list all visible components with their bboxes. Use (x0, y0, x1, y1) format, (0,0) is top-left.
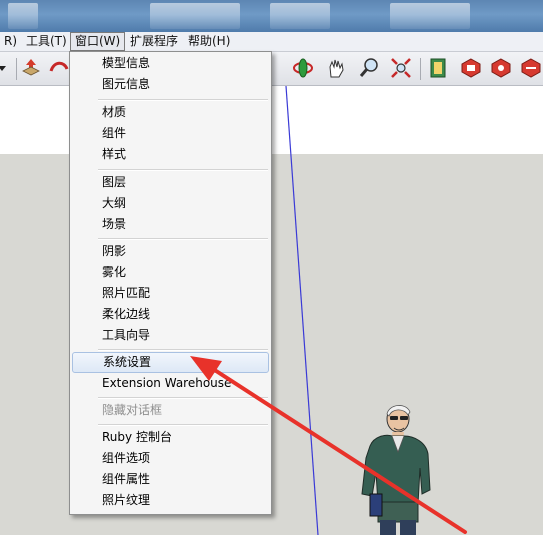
menu-tools[interactable]: 工具(T) (22, 32, 71, 51)
menu-bar: R) 工具(T) 窗口(W) 扩展程序 帮助(H) (0, 32, 543, 52)
person-figure (361, 405, 431, 535)
menu-extensions[interactable]: 扩展程序 (126, 32, 182, 51)
menu-item-preferences[interactable]: 系统设置 (72, 352, 269, 373)
menu-item-component-options[interactable]: 组件选项 (72, 448, 269, 469)
title-bar (0, 0, 543, 32)
menu-item-layers[interactable]: 图层 (72, 172, 269, 193)
menu-item-hide-dialogs: 隐藏对话框 (102, 403, 163, 417)
menu-item-materials[interactable]: 材质 (72, 102, 269, 123)
push-pull-icon[interactable] (20, 57, 42, 79)
menu-item-fog[interactable]: 雾化 (72, 262, 269, 283)
menu-separator (98, 169, 268, 171)
title-bar-glare (390, 3, 470, 29)
menu-item-outliner[interactable]: 大纲 (72, 193, 269, 214)
menu-window[interactable]: 窗口(W) (70, 32, 126, 51)
menu-item-soften-edges[interactable]: 柔化边线 (72, 304, 269, 325)
toolbar-separator (420, 58, 421, 80)
menu-item-scenes[interactable]: 场景 (72, 214, 269, 235)
dropdown-arrow-icon[interactable] (0, 57, 16, 79)
section-plane-icon[interactable] (428, 57, 450, 79)
menu-separator (98, 424, 268, 426)
menu-partial-r[interactable]: R) (0, 32, 21, 51)
menu-item-match-photo[interactable]: 照片匹配 (72, 283, 269, 304)
menu-item-styles[interactable]: 样式 (72, 144, 269, 165)
model-share-icon[interactable] (520, 57, 542, 79)
orbit-icon[interactable] (292, 57, 314, 79)
pan-icon[interactable] (325, 57, 347, 79)
follow-me-icon[interactable] (48, 57, 70, 79)
menu-item-model-info[interactable]: 模型信息 (72, 53, 269, 74)
title-bar-glare (150, 3, 240, 29)
extension-icon[interactable] (490, 57, 512, 79)
zoom-icon[interactable] (358, 57, 380, 79)
menu-item-components[interactable]: 组件 (72, 123, 269, 144)
menu-separator (98, 349, 268, 351)
menu-item-shadows[interactable]: 阴影 (72, 241, 269, 262)
3d-warehouse-icon[interactable] (460, 57, 482, 79)
menu-item-ruby-console[interactable]: Ruby 控制台 (72, 427, 269, 448)
menu-item-photo-textures[interactable]: 照片纹理 (72, 490, 269, 511)
window-menu-dropdown: 模型信息 图元信息 材质 组件 样式 图层 大纲 场景 阴影 雾化 照片匹配 柔… (69, 51, 272, 515)
toolbar-separator (16, 58, 17, 80)
zoom-extents-icon[interactable] (390, 57, 412, 79)
menu-item-extension-warehouse[interactable]: Extension Warehouse (72, 373, 269, 394)
menu-separator (98, 397, 268, 399)
menu-item-component-attributes[interactable]: 组件属性 (72, 469, 269, 490)
menu-separator (98, 99, 268, 101)
menu-item-entity-info[interactable]: 图元信息 (72, 74, 269, 95)
title-bar-glare (8, 3, 38, 29)
title-bar-glare (270, 3, 330, 29)
menu-item-instructor[interactable]: 工具向导 (72, 325, 269, 346)
menu-help[interactable]: 帮助(H) (184, 32, 234, 51)
menu-separator (98, 238, 268, 240)
